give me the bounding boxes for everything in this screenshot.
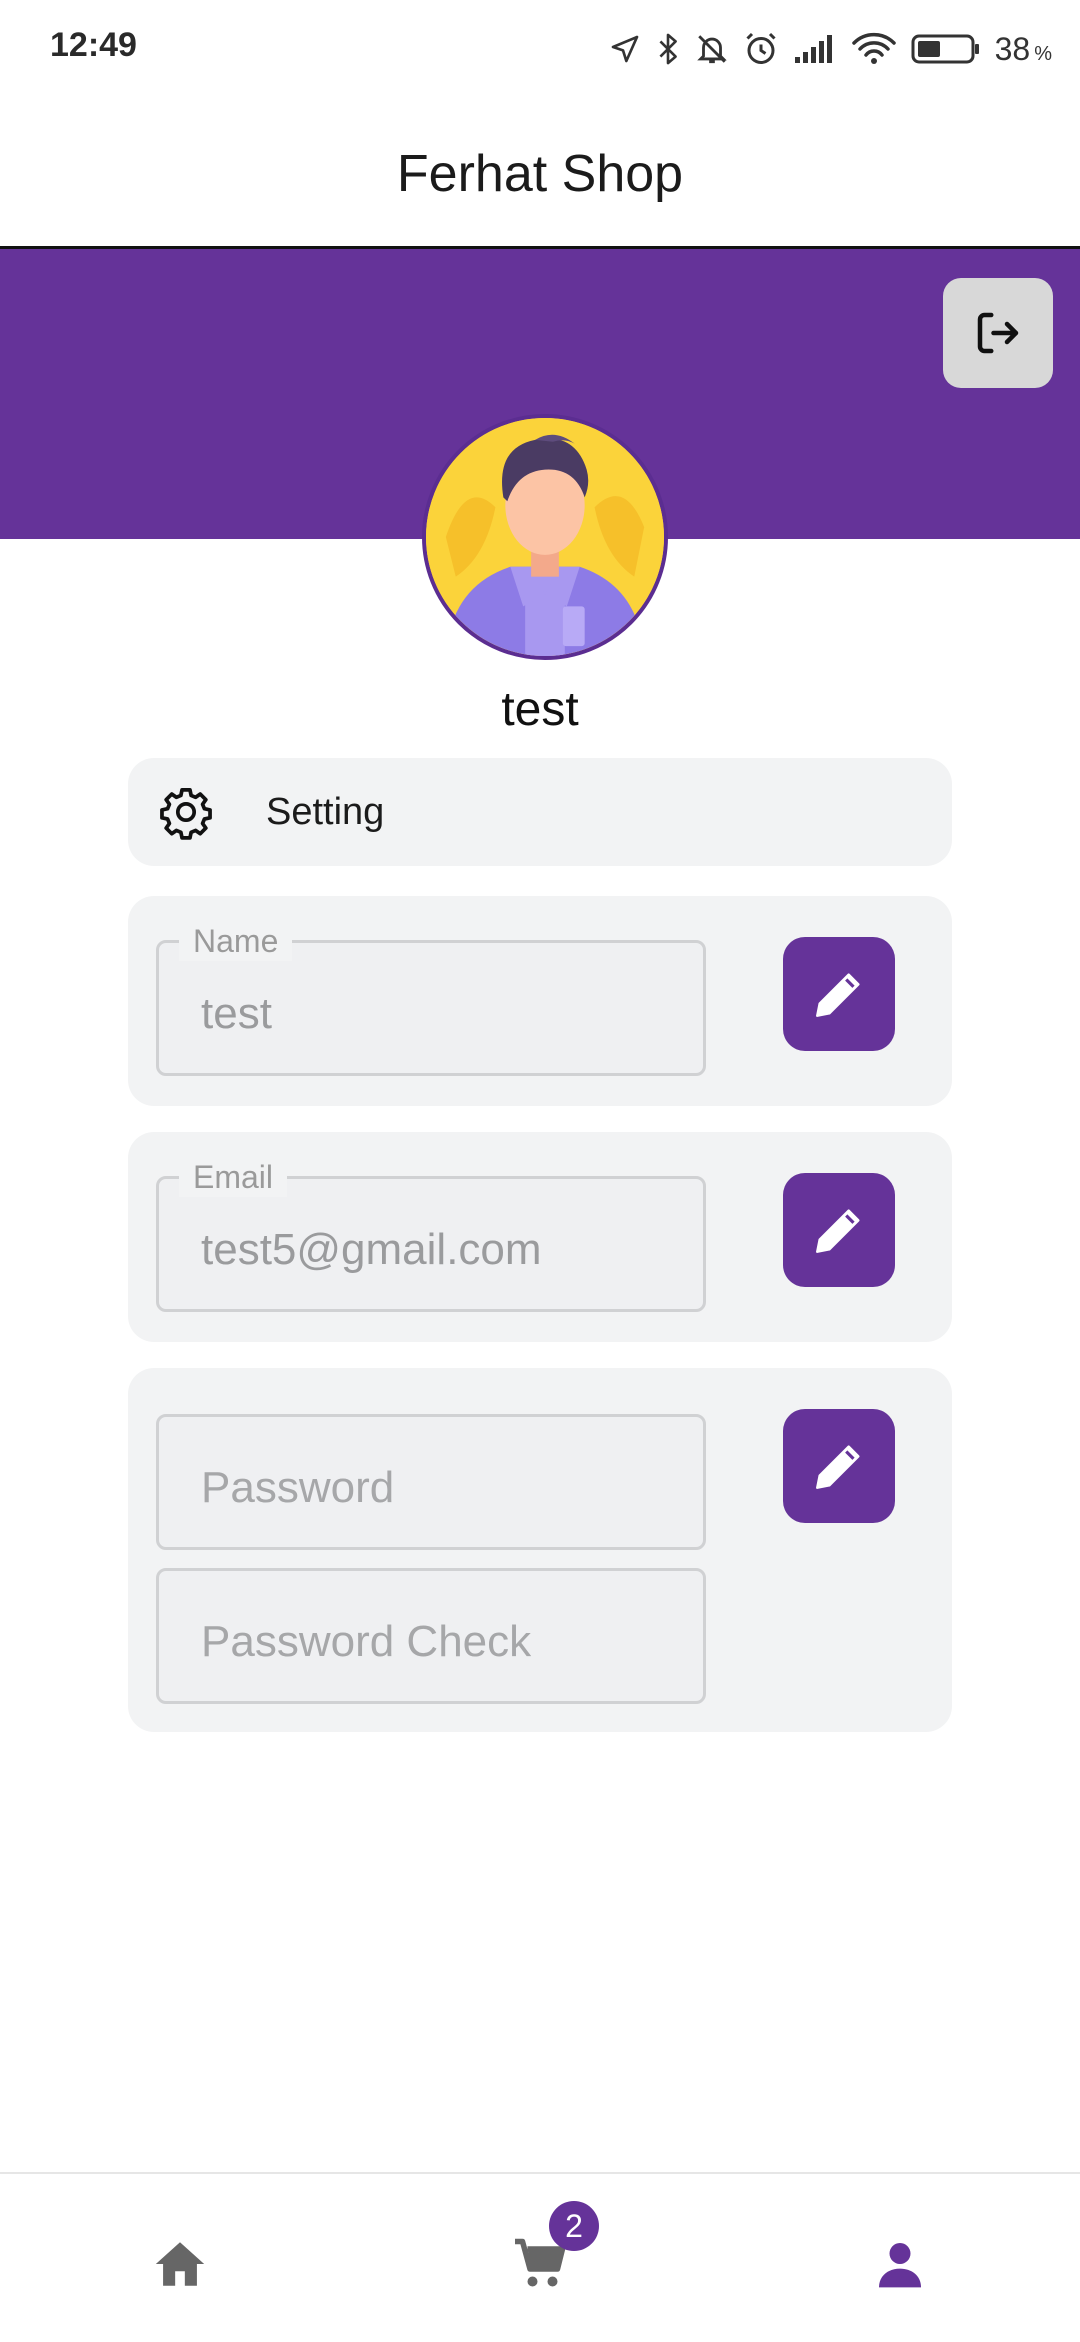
avatar [422, 414, 668, 660]
wifi-icon [851, 32, 896, 64]
pencil-icon [816, 973, 860, 1017]
setting-item[interactable]: Setting [128, 758, 952, 866]
pencil-icon [816, 1445, 860, 1489]
email-field-label: Email [179, 1157, 288, 1197]
bottom-nav [0, 2172, 1080, 2342]
logout-icon [977, 312, 1019, 354]
edit-password-button[interactable] [783, 1409, 895, 1523]
logout-button[interactable] [943, 278, 1053, 388]
name-field-label: Name [179, 921, 293, 961]
battery-percent: 38% [994, 30, 1052, 67]
email-field[interactable]: Email test5@gmail.com [156, 1157, 706, 1312]
bell-off-icon [696, 35, 727, 64]
email-field-value: test5@gmail.com [201, 1225, 542, 1274]
user-avatar [426, 418, 664, 656]
password-card: Password Password Check [128, 1368, 952, 1732]
password-check-placeholder: Password Check [201, 1617, 532, 1666]
signal-icon [794, 35, 832, 63]
location-arrow-icon [611, 35, 638, 63]
password-check-field[interactable]: Password Check [156, 1568, 706, 1704]
status-icons: 38% [609, 24, 1052, 74]
status-time: 12:49 [50, 26, 137, 64]
name-field[interactable]: Name test [156, 921, 706, 1076]
profile-icon [879, 2243, 921, 2288]
password-field[interactable]: Password [156, 1414, 706, 1550]
username: test [501, 683, 579, 736]
password-placeholder: Password [201, 1463, 395, 1512]
name-field-value: test [201, 989, 272, 1038]
pencil-icon [816, 1209, 860, 1253]
setting-label: Setting [266, 791, 385, 833]
bluetooth-icon [659, 33, 677, 65]
cart-badge: 2 [549, 2201, 599, 2251]
nav-home[interactable] [140, 2224, 220, 2304]
email-card: Email test5@gmail.com [128, 1132, 952, 1342]
edit-email-button[interactable] [783, 1173, 895, 1287]
app-bar: Ferhat Shop [0, 96, 1080, 249]
nav-profile[interactable] [860, 2224, 940, 2304]
status-bar: 12:49 38% [0, 0, 1080, 96]
edit-name-button[interactable] [783, 937, 895, 1051]
name-card: Name test [128, 896, 952, 1106]
alarm-icon [746, 32, 776, 64]
battery-icon [911, 34, 979, 64]
app-title: Ferhat Shop [396, 145, 684, 203]
home-icon [155, 2242, 205, 2286]
gear-icon [160, 787, 212, 840]
